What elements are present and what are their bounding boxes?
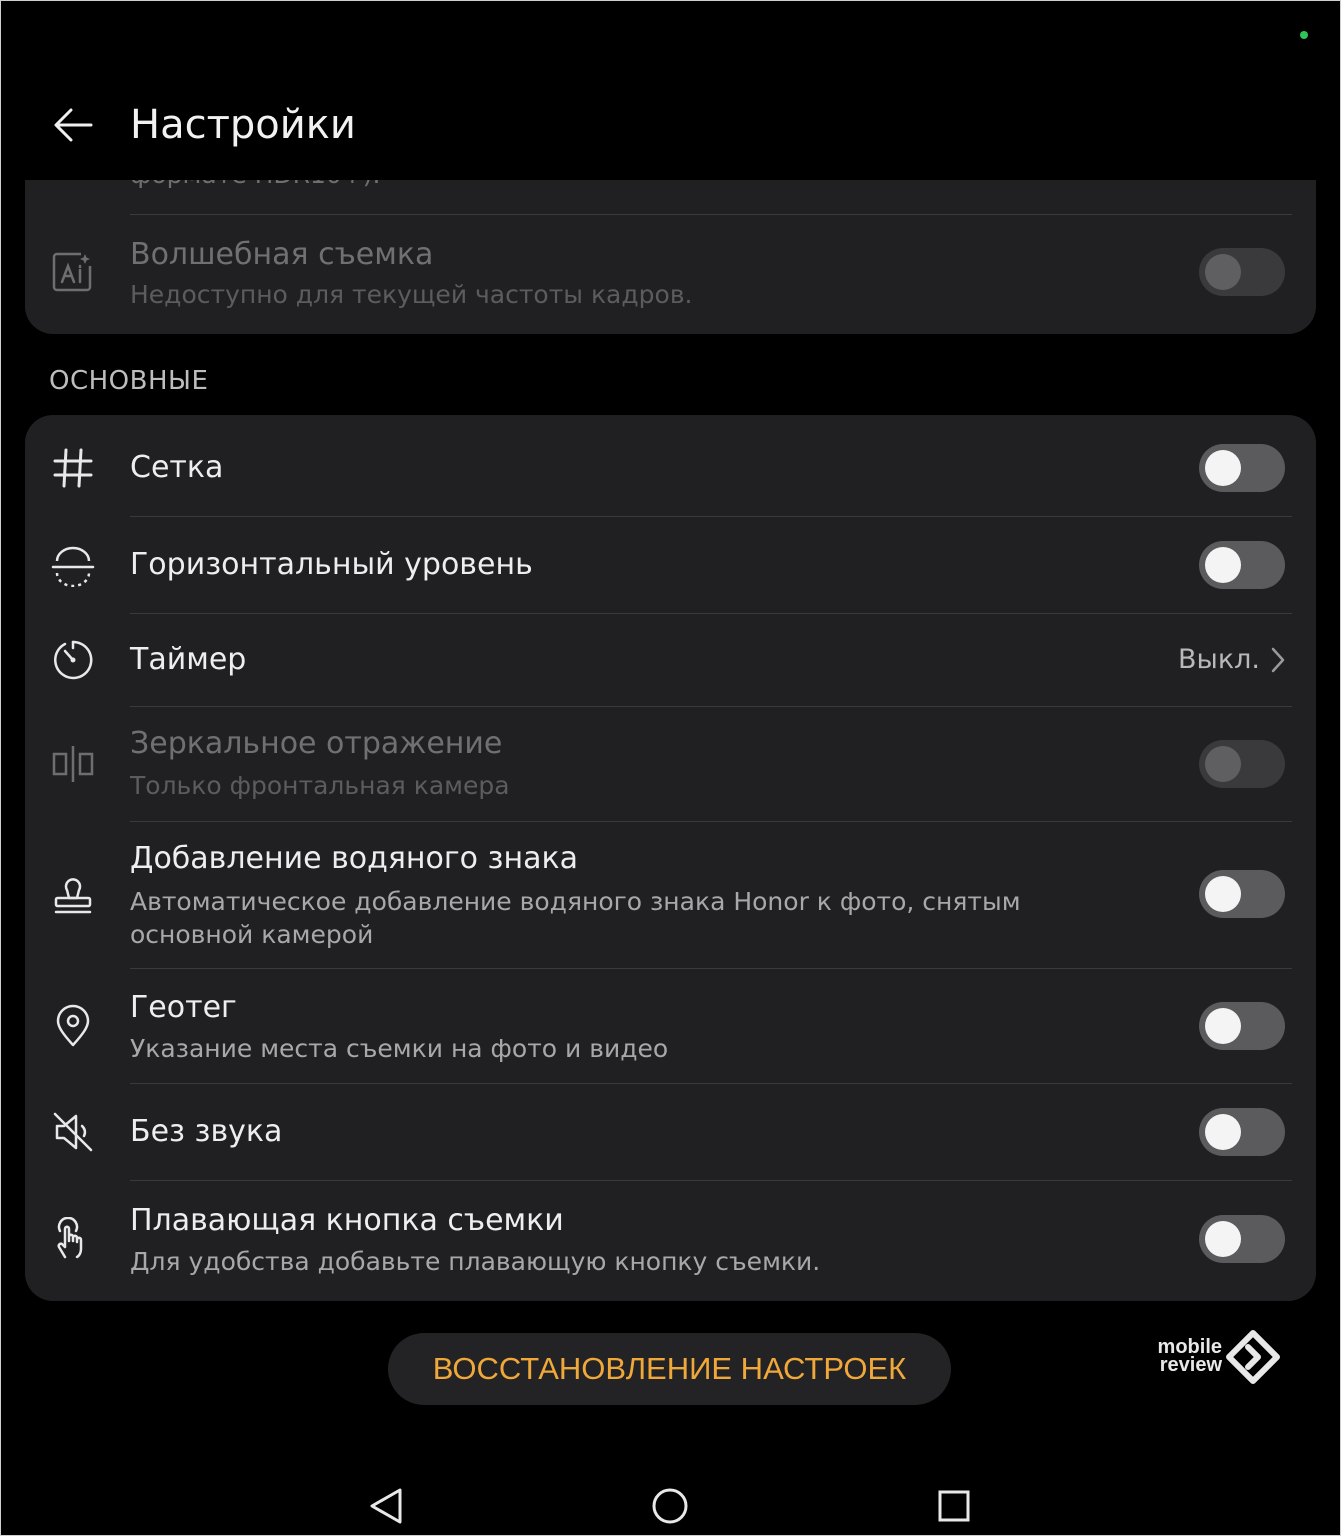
app-header: Настройки — [0, 80, 1341, 170]
nav-recents-button[interactable] — [932, 1484, 976, 1528]
setting-subtitle: Только фронтальная камера — [130, 771, 510, 800]
location-pin-icon — [49, 1002, 97, 1050]
horizontal-level-toggle[interactable] — [1199, 541, 1285, 589]
status-indicator-dot — [1300, 31, 1308, 39]
triangle-back-icon — [370, 1488, 402, 1524]
settings-card-general: Сетка Горизонтальный уровень Таймер Выкл… — [25, 415, 1316, 1301]
watermark-toggle[interactable] — [1199, 870, 1285, 918]
setting-row-horizontal-level[interactable]: Горизонтальный уровень — [25, 517, 1316, 613]
setting-subtitle: Для удобства добавьте плавающую кнопку с… — [130, 1247, 821, 1276]
level-icon — [49, 541, 97, 589]
mobile-review-logo: mobile review — [1140, 1328, 1290, 1388]
logo-diamond-icon — [1226, 1330, 1280, 1384]
toggle-knob — [1205, 254, 1241, 290]
setting-title: Плавающая кнопка съемки — [130, 1203, 564, 1238]
mute-toggle[interactable] — [1199, 1108, 1285, 1156]
setting-row-mute[interactable]: Без звука — [25, 1084, 1316, 1180]
toggle-knob — [1205, 1008, 1241, 1044]
setting-row-timer[interactable]: Таймер Выкл. — [25, 614, 1316, 706]
setting-row-floating-shutter[interactable]: Плавающая кнопка съемки Для удобства доб… — [25, 1181, 1316, 1301]
arrow-left-icon — [54, 108, 93, 142]
stamp-icon — [49, 870, 97, 918]
setting-row-mirror: Зеркальное отражение Только фронтальная … — [25, 707, 1316, 821]
page-title: Настройки — [130, 102, 356, 148]
setting-row-magic-shot: Волшебная съемка Недоступно для текущей … — [25, 215, 1316, 334]
logo-line-2: review — [1159, 1354, 1222, 1376]
toggle-knob — [1205, 876, 1241, 912]
setting-row-watermark[interactable]: Добавление водяного знака Автоматическое… — [25, 822, 1316, 968]
geotag-toggle[interactable] — [1199, 1002, 1285, 1050]
nav-home-button[interactable] — [648, 1484, 692, 1528]
setting-subtitle: Недоступно для текущей частоты кадров. — [130, 280, 693, 309]
clipped-subtitle: формате HDR10+). — [130, 180, 1090, 191]
toggle-knob — [1205, 450, 1241, 486]
toggle-knob — [1205, 1221, 1241, 1257]
grid-toggle[interactable] — [1199, 444, 1285, 492]
setting-title: Волшебная съемка — [130, 237, 434, 272]
setting-subtitle: Указание места съемки на фото и видео — [130, 1034, 669, 1063]
mirror-toggle[interactable] — [1199, 740, 1285, 788]
reset-settings-button[interactable]: ВОССТАНОВЛЕНИЕ НАСТРОЕК — [388, 1333, 951, 1405]
system-navigation-bar — [0, 1470, 1341, 1536]
setting-title: Сетка — [130, 450, 224, 485]
mute-icon — [49, 1108, 97, 1156]
settings-card-video: формате HDR10+). Волшебная съемка Недост… — [25, 180, 1316, 334]
clipped-row: формате HDR10+). — [25, 180, 1316, 198]
setting-row-grid[interactable]: Сетка — [25, 415, 1316, 516]
floating-shutter-toggle[interactable] — [1199, 1215, 1285, 1263]
toggle-knob — [1205, 1114, 1241, 1150]
ai-icon — [49, 248, 97, 296]
nav-back-button[interactable] — [364, 1484, 408, 1528]
touch-hand-icon — [49, 1215, 97, 1263]
back-button[interactable] — [48, 100, 98, 150]
setting-title: Зеркальное отражение — [130, 726, 503, 761]
setting-row-geotag[interactable]: Геотег Указание места съемки на фото и в… — [25, 969, 1316, 1083]
logo-text: mobile review — [1140, 1337, 1222, 1376]
toggle-knob — [1205, 547, 1241, 583]
setting-title: Горизонтальный уровень — [130, 547, 533, 582]
section-label: ОСНОВНЫЕ — [49, 366, 209, 396]
setting-subtitle: Автоматическое добавление водяного знака… — [130, 887, 1021, 949]
square-recents-icon — [938, 1490, 970, 1522]
setting-title: Добавление водяного знака — [130, 841, 578, 876]
toggle-knob — [1205, 746, 1241, 782]
circle-home-icon — [652, 1488, 688, 1524]
timer-icon — [49, 636, 97, 684]
setting-title: Без звука — [130, 1114, 283, 1149]
grid-icon — [49, 444, 97, 492]
chevron-right-icon — [1268, 642, 1288, 678]
timer-value: Выкл. — [1178, 644, 1260, 675]
magic-shot-toggle[interactable] — [1199, 248, 1285, 296]
setting-title: Таймер — [130, 642, 247, 677]
setting-title: Геотег — [130, 990, 237, 1025]
mirror-icon — [49, 740, 97, 788]
